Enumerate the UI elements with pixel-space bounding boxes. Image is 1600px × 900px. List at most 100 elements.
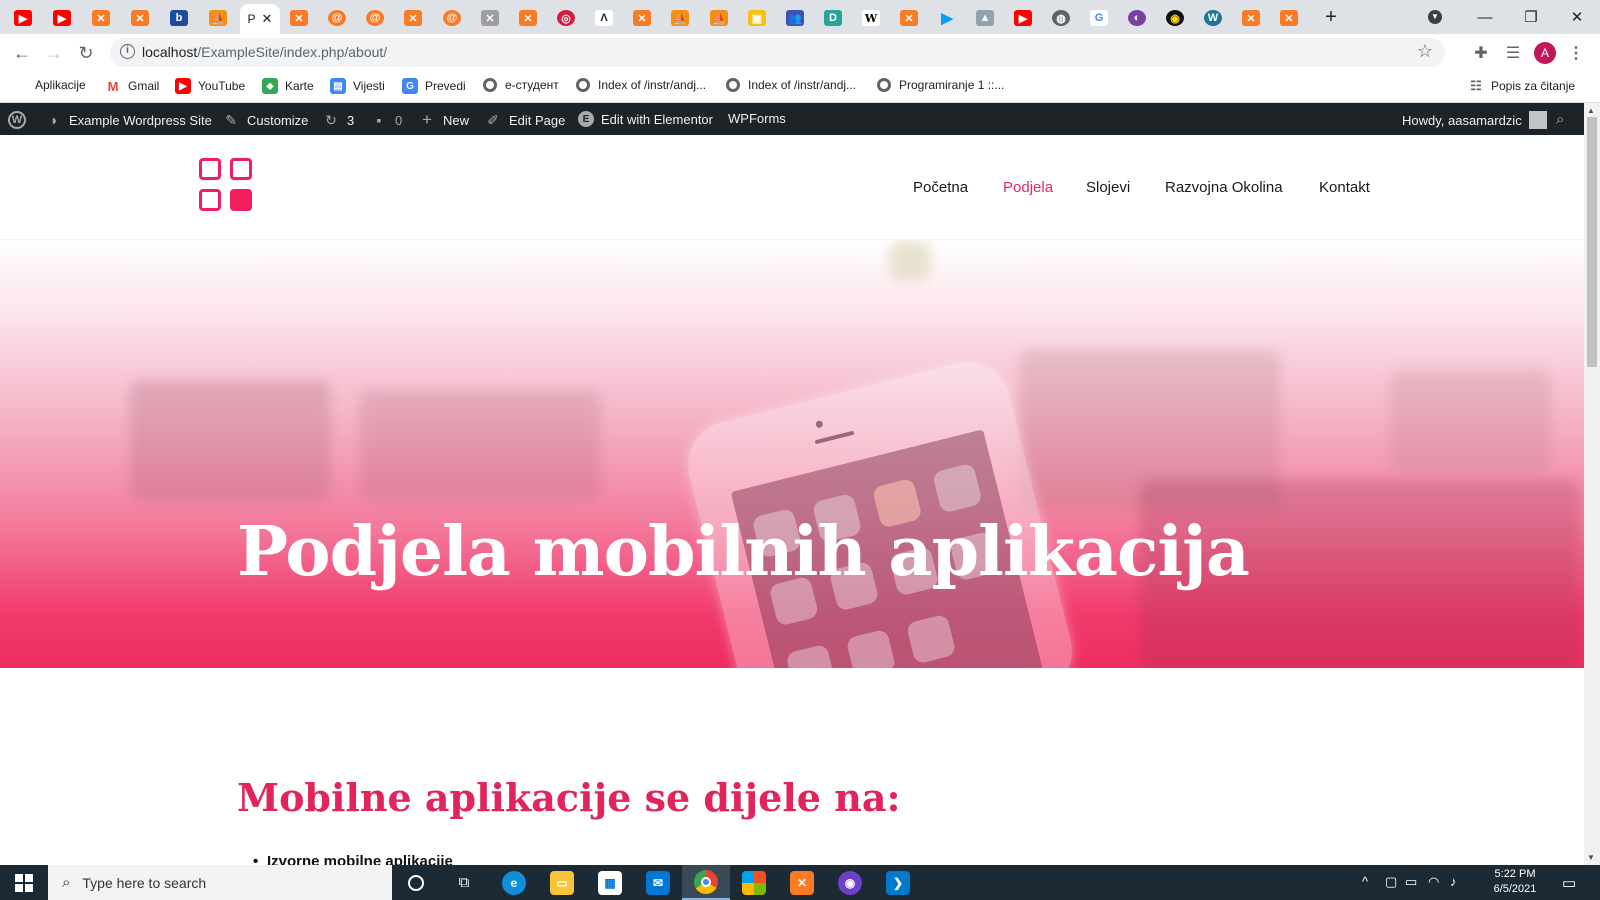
reading-list-icon[interactable]: ☰ (1500, 40, 1526, 66)
tab-google[interactable]: G (1080, 4, 1118, 32)
taskbar-office[interactable] (730, 865, 778, 900)
bookmark-apps[interactable]: Aplikacije (14, 78, 86, 92)
more-menu-icon[interactable]: ⋮ (1563, 40, 1589, 66)
new-tab-button[interactable]: + (1316, 4, 1346, 30)
tab-b[interactable]: b (160, 4, 198, 32)
tab-xampp-9[interactable]: ✕ (1270, 4, 1308, 32)
tab-pma-2[interactable]: ⛵ (700, 4, 738, 32)
reading-list-button[interactable]: ☷ Popis za čitanje (1468, 78, 1575, 94)
site-info-icon[interactable]: i (120, 44, 135, 59)
bookmark-star-icon[interactable]: ☆ (1417, 41, 1433, 62)
tab-play[interactable]: ▶ (928, 4, 966, 32)
taskbar-vscode[interactable]: ❯ (874, 865, 922, 900)
tab-xampp-5[interactable]: ✕ (509, 4, 547, 32)
start-button[interactable] (0, 865, 48, 900)
tab-xampp-7[interactable]: ✕ (890, 4, 928, 32)
volume-icon[interactable]: ♪ (1450, 874, 1457, 889)
bookmark-karte[interactable]: ⬥ Karte (262, 78, 314, 94)
extensions-icon[interactable]: ✚ (1468, 40, 1494, 66)
nav-pocetna[interactable]: Početna (913, 179, 968, 196)
tab-xampp-3[interactable]: ✕ (280, 4, 318, 32)
bookmark-index-2[interactable]: Index of /instr/andj... (726, 78, 856, 92)
tab-purple[interactable]: ◐ (1118, 4, 1156, 32)
elementor-link[interactable]: E Edit with Elementor (578, 111, 713, 127)
new-content-link[interactable]: + New (418, 110, 469, 129)
comments-link[interactable]: ▪ 0 (370, 111, 403, 129)
tab-d[interactable]: D (814, 4, 852, 32)
taskbar-mail[interactable]: ✉ (634, 865, 682, 900)
site-name-link[interactable]: ◑ Example Wordpress Site (44, 111, 212, 129)
edit-page-link[interactable]: ✐ Edit Page (484, 111, 565, 129)
tab-grey[interactable]: ✕ (471, 4, 509, 32)
scrollbar-thumb[interactable] (1587, 117, 1597, 367)
customize-link[interactable]: ✎ Customize (222, 111, 308, 129)
page-scrollbar[interactable]: ▲ ▼ (1584, 103, 1600, 865)
address-bar[interactable]: i localhost/ExampleSite/index.php/about/… (110, 38, 1445, 67)
site-logo[interactable] (199, 158, 255, 214)
scroll-up-arrow-icon[interactable]: ▲ (1587, 106, 1595, 115)
taskbar-chrome[interactable] (682, 865, 730, 900)
tab-wikipedia[interactable]: W (852, 4, 890, 32)
tab-youtube[interactable]: ▶ (4, 4, 42, 32)
bookmark-programiranje[interactable]: Programiranje 1 ::... (877, 78, 1004, 92)
taskbar-xampp[interactable]: ✕ (778, 865, 826, 900)
nav-podjela[interactable]: Podjela (1003, 179, 1053, 196)
tab-youtube-3[interactable]: ▶ (1004, 4, 1042, 32)
tab-search-button[interactable]: ▼ (1420, 4, 1450, 30)
tab-orange-2[interactable]: @ (433, 4, 471, 32)
tab-shapes[interactable]: ▲ (966, 4, 1004, 32)
taskbar-github[interactable]: ◉ (826, 865, 874, 900)
bookmark-youtube[interactable]: ▶ YouTube (175, 78, 245, 94)
tab-youtube-2[interactable]: ▶ (43, 4, 81, 32)
close-icon[interactable]: ✕ (262, 11, 273, 27)
restore-button[interactable]: ❐ (1508, 4, 1554, 30)
bookmark-e-student[interactable]: e-студент (483, 78, 559, 92)
tab-globe[interactable]: ◍ (1042, 4, 1080, 32)
nav-razvojna-okolina[interactable]: Razvojna Okolina (1165, 179, 1283, 196)
wp-logo-button[interactable]: W (8, 111, 33, 129)
back-button[interactable]: ← (8, 39, 36, 67)
tray-device-icon[interactable]: ▢ (1385, 874, 1397, 890)
taskbar-search[interactable]: ⌕ Type here to search (48, 865, 392, 900)
tab-people[interactable]: 👥 (776, 4, 814, 32)
tab-yellow[interactable]: ◉ (1156, 4, 1194, 32)
admin-search-icon[interactable]: ⌕ (1556, 111, 1564, 128)
wpforms-link[interactable]: WPForms (728, 111, 786, 126)
tab-xampp-2[interactable]: ✕ (121, 4, 159, 32)
bookmark-prevedi[interactable]: G Prevedi (402, 78, 466, 94)
tab-phpmyadmin[interactable]: ⛵ (199, 4, 237, 32)
reload-button[interactable]: ↻ (72, 39, 100, 67)
tab-a[interactable]: Λ (585, 4, 623, 32)
tab-photo[interactable]: ▣ (738, 4, 776, 32)
taskbar-explorer[interactable]: ▭ (538, 865, 586, 900)
taskbar-clock[interactable]: 5:22 PM 6/5/2021 (1480, 867, 1550, 897)
tab-orange[interactable]: @ (356, 4, 394, 32)
window-close-button[interactable]: ✕ (1554, 4, 1600, 30)
scroll-down-arrow-icon[interactable]: ▼ (1587, 853, 1595, 862)
taskbar-edge[interactable]: e (490, 865, 538, 900)
tab-wordpress[interactable]: W (1194, 4, 1232, 32)
notification-center-icon[interactable]: ▭ (1562, 874, 1576, 892)
task-view-button[interactable]: ⧉ (440, 865, 488, 900)
minimize-button[interactable]: — (1462, 4, 1508, 30)
tab-xampp-8[interactable]: ✕ (1232, 4, 1270, 32)
tray-chevron-icon[interactable]: ^ (1362, 874, 1368, 889)
tab-pma[interactable]: ⛵ (661, 4, 699, 32)
wifi-icon[interactable]: ◠ (1428, 874, 1439, 890)
tab-red[interactable]: ◎ (547, 4, 585, 32)
battery-icon[interactable]: ▭ (1405, 874, 1417, 890)
tab-xampp[interactable]: ✕ (82, 4, 120, 32)
profile-button[interactable]: A (1532, 40, 1558, 66)
bookmark-vijesti[interactable]: ▤ Vijesti (330, 78, 385, 94)
nav-slojevi[interactable]: Slojevi (1086, 179, 1130, 196)
forward-button[interactable]: → (40, 39, 68, 67)
taskbar-store[interactable]: ▦ (586, 865, 634, 900)
tab-xampp-6[interactable]: ✕ (623, 4, 661, 32)
cortana-button[interactable] (392, 865, 440, 900)
tab-xampp-4[interactable]: ✕ (394, 4, 432, 32)
updates-link[interactable]: ↻ 3 (322, 111, 354, 129)
bookmark-index-1[interactable]: Index of /instr/andj... (576, 78, 706, 92)
tab-chrome[interactable]: @ (318, 4, 356, 32)
bookmark-gmail[interactable]: M Gmail (105, 78, 159, 94)
tab-active[interactable]: P ✕ (240, 4, 280, 34)
